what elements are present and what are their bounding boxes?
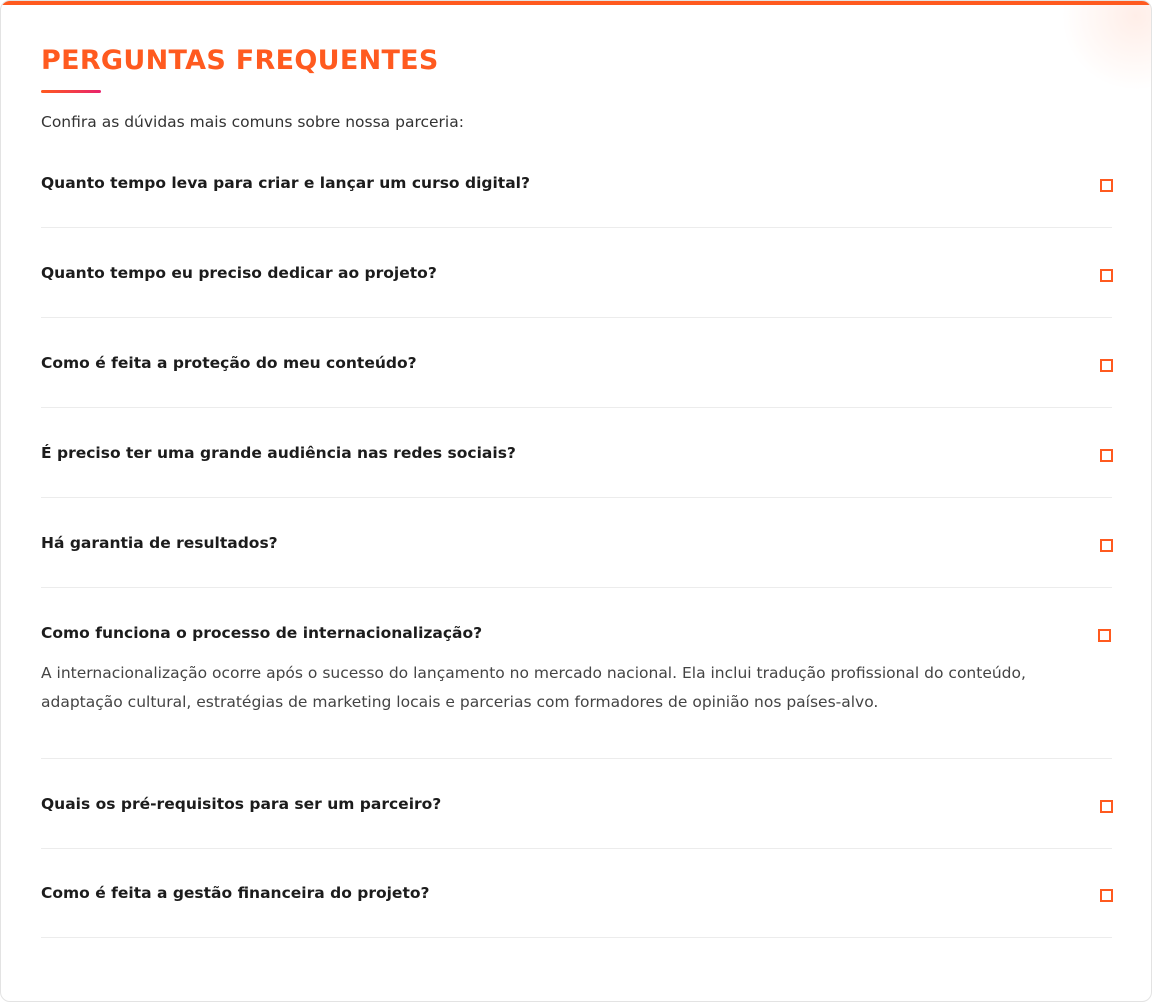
faq-item[interactable]: Como é feita a gestão financeira do proj…	[41, 868, 1113, 938]
faq-item[interactable]: Quais os pré-requisitos para ser um parc…	[41, 779, 1113, 849]
faq-item[interactable]: Quanto tempo eu preciso dedicar ao proje…	[41, 248, 1113, 318]
square-toggle-icon[interactable]	[1100, 539, 1113, 552]
square-toggle-icon[interactable]	[1100, 179, 1113, 192]
faq-question[interactable]: Como é feita a proteção do meu conteúdo?	[41, 354, 417, 372]
page-title: PERGUNTAS FREQUENTES	[41, 45, 439, 76]
faq-item[interactable]: Quanto tempo leva para criar e lançar um…	[41, 158, 1113, 228]
faq-question[interactable]: É preciso ter uma grande audiência nas r…	[41, 444, 516, 462]
square-toggle-icon[interactable]	[1100, 800, 1113, 813]
square-toggle-icon[interactable]	[1100, 449, 1113, 462]
square-toggle-icon[interactable]	[1100, 359, 1113, 372]
accent-top-bar	[1, 1, 1151, 5]
faq-question[interactable]: Como é feita a gestão financeira do proj…	[41, 884, 430, 902]
square-toggle-icon[interactable]	[1098, 629, 1111, 642]
corner-glow-decoration	[1061, 1, 1151, 91]
faq-item-expanded[interactable]: Como funciona o processo de internaciona…	[41, 608, 1112, 759]
square-toggle-icon[interactable]	[1100, 269, 1113, 282]
title-underline	[41, 90, 101, 93]
faq-card: PERGUNTAS FREQUENTES Confira as dúvidas …	[0, 0, 1152, 1002]
faq-question[interactable]: Quais os pré-requisitos para ser um parc…	[41, 795, 441, 813]
faq-question[interactable]: Como funciona o processo de internaciona…	[41, 624, 482, 642]
faq-question[interactable]: Há garantia de resultados?	[41, 534, 278, 552]
square-toggle-icon[interactable]	[1100, 889, 1113, 902]
faq-answer: A internacionalização ocorre após o suce…	[41, 664, 1026, 711]
faq-item[interactable]: É preciso ter uma grande audiência nas r…	[41, 428, 1113, 498]
faq-question[interactable]: Quanto tempo leva para criar e lançar um…	[41, 174, 530, 192]
faq-item[interactable]: Há garantia de resultados?	[41, 518, 1113, 588]
faq-question[interactable]: Quanto tempo eu preciso dedicar ao proje…	[41, 264, 437, 282]
page-subtitle: Confira as dúvidas mais comuns sobre nos…	[41, 113, 464, 131]
faq-item[interactable]: Como é feita a proteção do meu conteúdo?	[41, 338, 1113, 408]
